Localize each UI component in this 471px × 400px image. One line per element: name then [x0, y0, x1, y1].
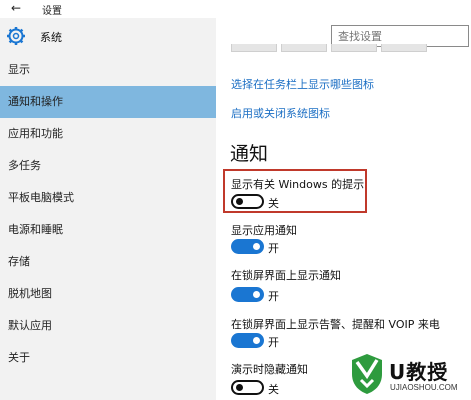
toggle-knob [253, 291, 260, 298]
window-title: 设置 [42, 6, 62, 17]
sidebar-item-offline-maps[interactable]: 脱机地图 [0, 278, 216, 310]
sidebar-item-notifications[interactable]: 通知和操作 [0, 86, 216, 118]
sidebar-item-about[interactable]: 关于 [0, 342, 216, 374]
lockscreen-alarms-state: 开 [268, 336, 279, 349]
lockscreen-notifications-toggle[interactable] [231, 287, 264, 302]
sidebar-header-label: 系统 [40, 31, 62, 44]
system-icons-link[interactable]: 启用或关闭系统图标 [231, 105, 330, 121]
sidebar-item-storage[interactable]: 存储 [0, 246, 216, 278]
sidebar-item-display[interactable]: 显示 [0, 54, 216, 86]
sidebar: 系统 显示 通知和操作 应用和功能 多任务 平板电脑模式 电源和睡眠 存储 脱机… [0, 18, 216, 400]
sidebar-item-power[interactable]: 电源和睡眠 [0, 214, 216, 246]
watermark: U教授 UJIAOSHOU.COM [349, 352, 471, 398]
windows-tips-state: 关 [268, 197, 279, 210]
quick-action-tile[interactable] [281, 44, 327, 52]
toggle-knob [253, 337, 260, 344]
presentation-hide-label: 演示时隐藏通知 [231, 363, 308, 376]
lockscreen-notifications-state: 开 [268, 290, 279, 303]
toggle-knob [253, 243, 260, 250]
lockscreen-alarms-toggle[interactable] [231, 333, 264, 348]
gear-icon [7, 27, 25, 45]
taskbar-icons-link[interactable]: 选择在任务栏上显示哪些图标 [231, 76, 374, 92]
title-bar: ← 设置 [0, 0, 471, 18]
app-notifications-toggle[interactable] [231, 239, 264, 254]
back-arrow-icon[interactable]: ← [6, 0, 26, 18]
shield-logo-icon [352, 354, 382, 394]
lockscreen-notifications-label: 在锁屏界面上显示通知 [231, 269, 341, 282]
lockscreen-alarms-label: 在锁屏界面上显示告警、提醒和 VOIP 来电 [231, 318, 440, 331]
windows-tips-toggle[interactable] [231, 194, 264, 209]
sidebar-item-default-apps[interactable]: 默认应用 [0, 310, 216, 342]
watermark-domain: UJIAOSHOU.COM [390, 383, 458, 392]
quick-action-tile[interactable] [381, 44, 427, 52]
toggle-knob [236, 198, 243, 205]
toggle-knob [236, 384, 243, 391]
presentation-hide-toggle[interactable] [231, 380, 264, 395]
watermark-brand: U教授 [389, 360, 449, 384]
presentation-hide-state: 关 [268, 383, 279, 396]
sidebar-item-tablet-mode[interactable]: 平板电脑模式 [0, 182, 216, 214]
sidebar-item-multitasking[interactable]: 多任务 [0, 150, 216, 182]
quick-action-tile[interactable] [231, 44, 277, 52]
section-title: 通知 [230, 143, 269, 165]
quick-action-tile[interactable] [331, 44, 377, 52]
sidebar-header: 系统 [0, 18, 216, 54]
sidebar-item-apps[interactable]: 应用和功能 [0, 118, 216, 150]
app-notifications-state: 开 [268, 242, 279, 255]
windows-tips-label: 显示有关 Windows 的提示 [231, 178, 365, 191]
app-notifications-label: 显示应用通知 [231, 224, 297, 237]
